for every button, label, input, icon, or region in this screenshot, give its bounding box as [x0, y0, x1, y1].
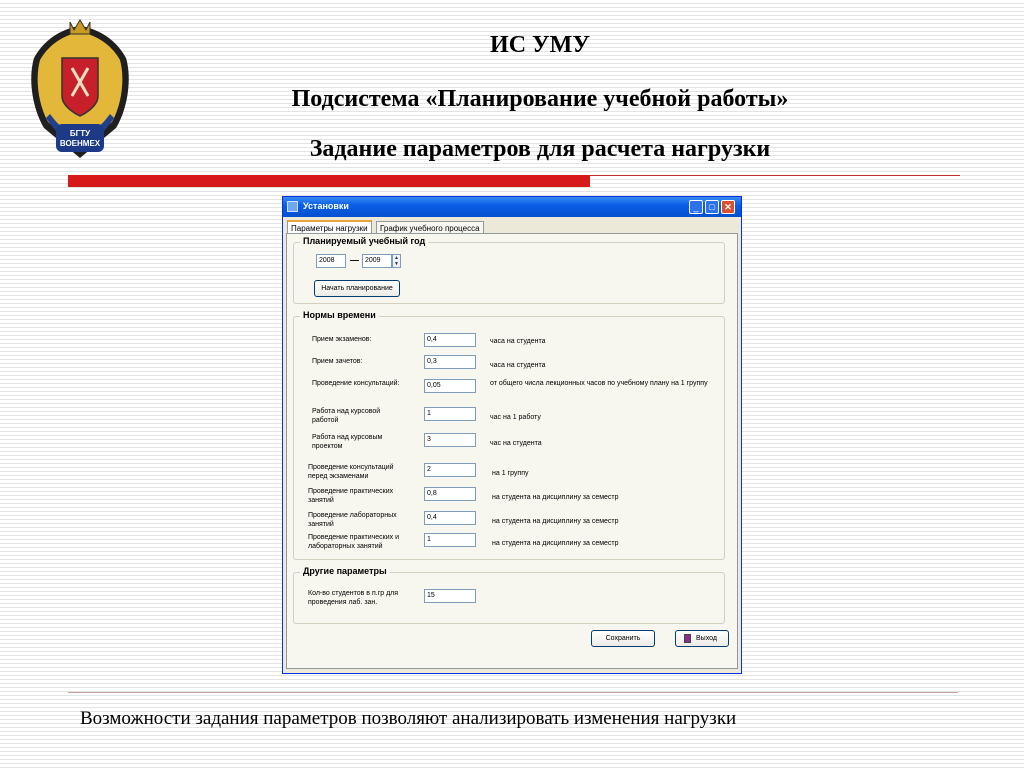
window-titlebar[interactable]: Установки _ □ ✕: [283, 197, 741, 217]
divider-line-bottom: [68, 692, 958, 693]
norm-input[interactable]: 2: [424, 463, 476, 477]
norm-unit: часа на студента: [490, 338, 546, 345]
divider-line-top: [590, 175, 960, 176]
red-accent-bar: [68, 175, 590, 187]
close-button[interactable]: ✕: [721, 200, 735, 214]
year-dash: —: [350, 255, 359, 265]
norm-label: Проведение лабораторных занятий: [308, 512, 397, 528]
norm-label: Работа над курсовым проектом: [312, 434, 383, 450]
group-title: Нормы времени: [300, 310, 379, 320]
group-time-norms: Нормы времени Прием экзаменов: 0,4 часа …: [293, 310, 725, 560]
norm-input[interactable]: 1: [424, 407, 476, 421]
students-per-subgroup-label: Кол-во студентов в п.гр для проведения л…: [308, 590, 399, 606]
norm-unit: на студента на дисциплину за семестр: [492, 494, 619, 501]
save-button[interactable]: Сохранить: [591, 630, 655, 647]
norm-input[interactable]: 0,3: [424, 355, 476, 369]
svg-text:БГТУ: БГТУ: [70, 129, 91, 138]
window-title: Установки: [303, 201, 349, 211]
year-to-input[interactable]: 2009: [362, 254, 392, 268]
norm-label: Проведение консультаций перед экзаменами: [308, 464, 394, 480]
group-title: Другие параметры: [300, 566, 390, 576]
minimize-button[interactable]: _: [689, 200, 703, 214]
tab-panel: Планируемый учебный год 2008 — 2009 ▲ ▼ Н…: [286, 233, 738, 669]
norm-input[interactable]: 0,4: [424, 511, 476, 525]
exit-button-label: Выход: [696, 635, 717, 642]
students-per-subgroup-input[interactable]: 15: [424, 589, 476, 603]
group-title: Планируемый учебный год: [300, 236, 429, 246]
norm-label: Проведение практических и лабораторных з…: [308, 534, 399, 550]
slide-title-3: Задание параметров для расчета нагрузки: [309, 136, 771, 162]
norm-label: Работа над курсовой работой: [312, 408, 381, 424]
norm-unit: от общего числа лекционных часов по учеб…: [490, 380, 708, 387]
svg-text:ВОЕНМЕХ: ВОЕНМЕХ: [60, 139, 101, 148]
norm-input[interactable]: 1: [424, 533, 476, 547]
university-logo: БГТУ ВОЕНМЕХ: [26, 18, 134, 168]
norm-label: Прием зачетов:: [312, 358, 363, 365]
group-planned-year: Планируемый учебный год 2008 — 2009 ▲ ▼ Н…: [293, 236, 725, 304]
norm-unit: час на студента: [490, 440, 542, 447]
maximize-button[interactable]: □: [705, 200, 719, 214]
norm-label: Проведение практических занятий: [308, 488, 394, 504]
norm-input[interactable]: 0,05: [424, 379, 476, 393]
norm-input[interactable]: 3: [424, 433, 476, 447]
norm-unit: час на 1 работу: [490, 414, 541, 421]
exit-button[interactable]: Выход: [675, 630, 729, 647]
norm-label: Прием экзаменов:: [312, 336, 372, 343]
norm-unit: часа на студента: [490, 362, 546, 369]
settings-window: Установки _ □ ✕ Параметры нагрузки Графи…: [282, 196, 742, 674]
norm-unit: на студента на дисциплину за семестр: [492, 540, 619, 547]
year-spinner[interactable]: ▲ ▼: [392, 254, 401, 268]
norm-input[interactable]: 0,8: [424, 487, 476, 501]
norm-unit: на 1 группу: [492, 470, 529, 477]
slide-title-1: ИС УМУ: [490, 32, 590, 58]
slide-title-2: Подсистема «Планирование учебной работы»: [291, 86, 789, 112]
norm-unit: на студента на дисциплину за семестр: [492, 518, 619, 525]
start-planning-button[interactable]: Начать планирование: [314, 280, 400, 297]
year-from-input[interactable]: 2008: [316, 254, 346, 268]
door-icon: [684, 634, 691, 643]
group-other-parameters: Другие параметры Кол-во студентов в п.гр…: [293, 566, 725, 624]
tab-load-parameters[interactable]: Параметры нагрузки: [287, 220, 372, 234]
norm-label: Проведение консультаций:: [312, 380, 400, 387]
app-icon: [287, 201, 298, 212]
slide-caption: Возможности задания параметров позволяют…: [80, 708, 737, 729]
norm-input[interactable]: 0,4: [424, 333, 476, 347]
